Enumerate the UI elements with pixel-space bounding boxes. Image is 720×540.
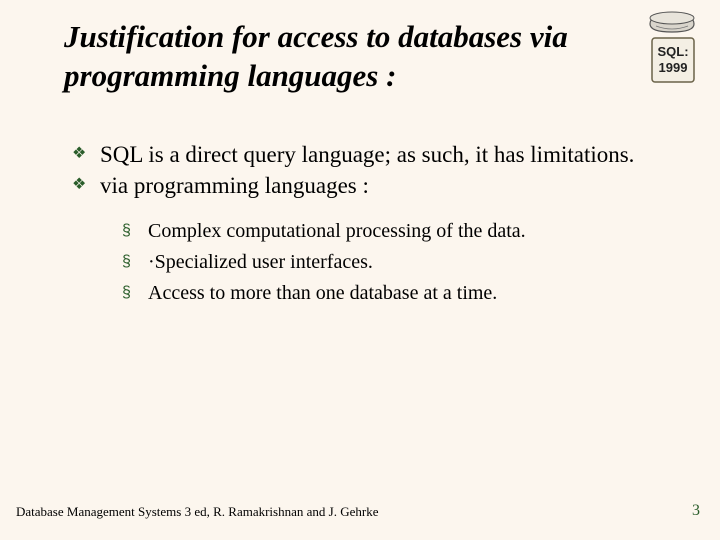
bullet-text: Access to more than one database at a ti…	[148, 282, 497, 304]
bullet-list-level1: SQL is a direct query language; as such,…	[72, 140, 670, 202]
bullet-list-level2: Complex computational processing of the …	[122, 217, 670, 308]
list-item: Access to more than one database at a ti…	[122, 279, 670, 308]
logo-line2: 1999	[659, 60, 688, 75]
bullet-text: Complex computational processing of the …	[148, 220, 526, 242]
sql-1999-logo: SQL: 1999	[644, 10, 702, 84]
list-item: ·Specialized user interfaces.	[122, 248, 670, 277]
slide: SQL: 1999 Justification for access to da…	[0, 0, 720, 540]
list-item: via programming languages :	[72, 171, 670, 201]
slide-title: Justification for access to databases vi…	[64, 18, 670, 96]
list-item: SQL is a direct query language; as such,…	[72, 140, 670, 170]
footer-citation: Database Management Systems 3 ed, R. Ram…	[16, 504, 704, 520]
logo-line1: SQL:	[657, 44, 688, 59]
list-item: Complex computational processing of the …	[122, 217, 670, 246]
bullet-text: SQL is a direct query language; as such,…	[100, 142, 634, 167]
page-number: 3	[692, 502, 700, 520]
bullet-text: ·Specialized user interfaces.	[148, 251, 373, 273]
bullet-text: via programming languages :	[100, 173, 369, 198]
